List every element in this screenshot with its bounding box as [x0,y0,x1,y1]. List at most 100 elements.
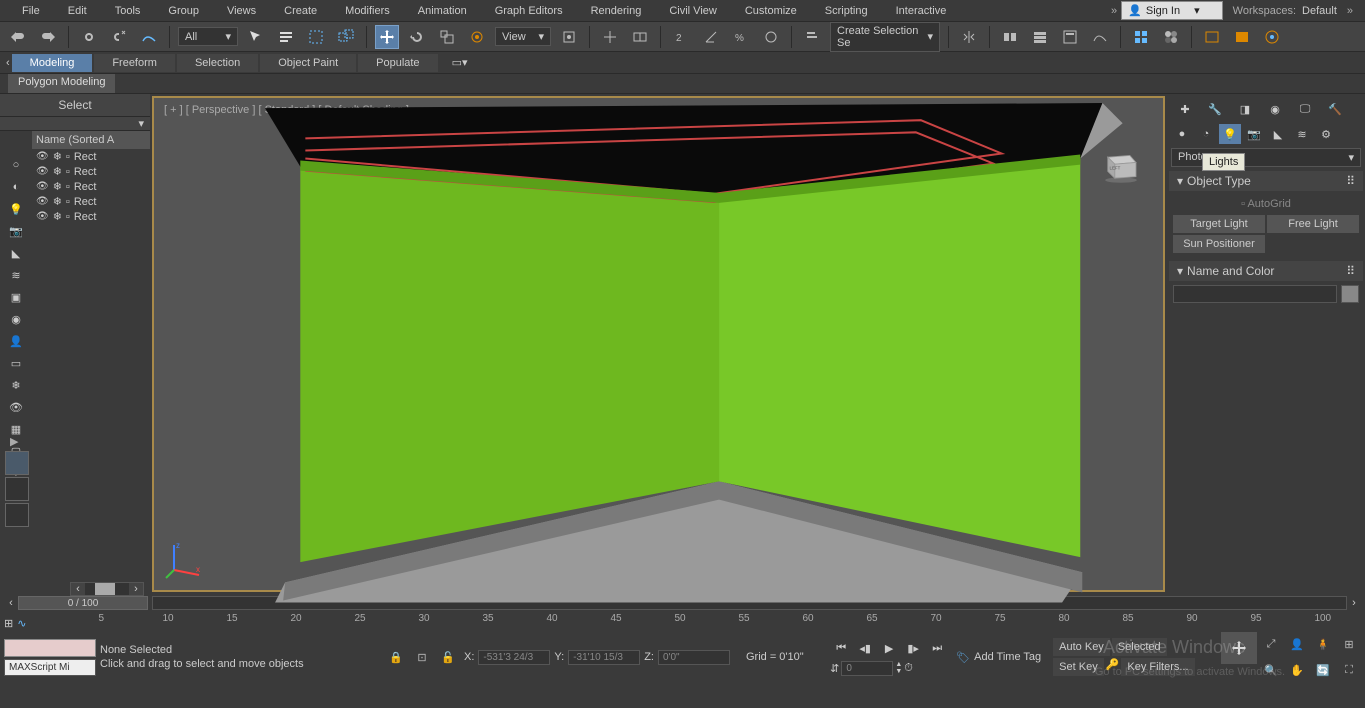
maximize-viewport-button[interactable]: ⛶ [1337,658,1361,682]
tab-scroll-left-icon[interactable]: ‹ [6,57,10,69]
workspaces-dropdown[interactable]: Default [1296,3,1343,19]
sun-positioner-button[interactable]: Sun Positioner [1173,235,1265,253]
ribbon-toggle-icon[interactable]: ▭▾ [452,56,468,69]
motion-tab[interactable]: ◉ [1261,98,1289,120]
menu-create[interactable]: Create [270,2,331,20]
link-button[interactable] [77,25,101,49]
snap-2d-button[interactable]: 2 [669,25,693,49]
freeze-icon[interactable]: ❄ [53,180,62,193]
list-item[interactable]: 👁❄▫Rect [32,164,150,179]
zoom-all-button[interactable]: ⊞ [1337,632,1361,656]
pan-button[interactable] [1221,632,1257,664]
curve-mode-icon[interactable]: ∿ [17,617,26,630]
list-item[interactable]: 👁❄▫Rect [32,209,150,224]
eye-icon[interactable]: 👁 [36,166,49,177]
key-filters-button[interactable]: Key Filters... [1121,658,1194,676]
fov-button[interactable]: 🧍 [1311,632,1335,656]
panel-collapse-icon[interactable]: ▾ [0,117,150,131]
overflow-arrow-icon[interactable]: » [1111,5,1117,17]
target-light-button[interactable]: Target Light [1173,215,1265,233]
bind-button[interactable] [137,25,161,49]
prev-frame-button[interactable]: ◂▮ [854,639,876,659]
viewcube-icon[interactable]: LEFT [1099,148,1143,184]
list-item[interactable]: 👁❄▫Rect [32,179,150,194]
viewport-swatch[interactable] [5,477,29,501]
free-light-button[interactable]: Free Light [1267,215,1359,233]
tab-populate[interactable]: Populate [358,54,437,72]
light-type-dropdown[interactable]: Photo▾ Lights [1171,148,1361,167]
subtab-polygon-modeling[interactable]: Polygon Modeling [8,74,115,93]
maxscript-listener[interactable] [4,659,96,676]
use-pivot-button[interactable] [557,25,581,49]
object-name-input[interactable] [1173,285,1337,303]
ruler-ticks[interactable]: 5101520253035404550556065707580859095100 [34,613,1361,633]
next-frame-button[interactable]: ▮▸ [902,639,924,659]
named-sel-dropdown[interactable]: Create Selection Se▾ [830,22,940,52]
pan-view-button[interactable]: ✋ [1285,658,1309,682]
time-config-button[interactable]: ⏱ [904,662,913,675]
menu-customize[interactable]: Customize [731,2,811,20]
menu-scripting[interactable]: Scripting [811,2,882,20]
list-item[interactable]: 👁❄▫Rect [32,194,150,209]
menu-group[interactable]: Group [154,2,213,20]
helpers-cat-icon[interactable]: ◣ [1267,124,1289,144]
placement-button[interactable] [465,25,489,49]
shapes-cat-icon[interactable]: ◔ [1195,124,1217,144]
schematic-view-button[interactable] [1129,25,1153,49]
lock-icon[interactable]: 🔓 [436,645,460,669]
menu-tools[interactable]: Tools [101,2,155,20]
tab-objectpaint[interactable]: Object Paint [260,54,356,72]
menu-grapheditors[interactable]: Graph Editors [481,2,577,20]
eye-icon[interactable]: 👁 [36,181,49,192]
filter-cameras-icon[interactable]: 📷 [4,221,28,241]
filter-xrefs-icon[interactable]: ◉ [4,309,28,329]
geometry-cat-icon[interactable]: ● [1171,124,1193,144]
menu-rendering[interactable]: Rendering [577,2,656,20]
mirror-button[interactable] [957,25,981,49]
goto-end-button[interactable]: ⏭ [926,639,948,659]
menu-interactive[interactable]: Interactive [882,2,961,20]
filter-space-warps-icon[interactable]: ≋ [4,265,28,285]
hierarchy-tab[interactable]: ◨ [1231,98,1259,120]
rollout-name-color[interactable]: ▾Name and Color⠿ [1169,261,1363,281]
goto-start-button[interactable]: ⏮ [830,639,852,659]
display-tab[interactable]: 🖵 [1291,98,1319,120]
curve-editor-button[interactable] [1088,25,1112,49]
material-editor-button[interactable] [1159,25,1183,49]
menu-modifiers[interactable]: Modifiers [331,2,404,20]
set-key-button[interactable]: Set Key [1053,658,1104,676]
render-frame-button[interactable] [1230,25,1254,49]
snap-angle-button[interactable] [699,25,723,49]
viewport-swatch[interactable] [5,503,29,527]
render-prod-button[interactable] [1260,25,1284,49]
viewport[interactable]: [ + ] [ Perspective ] [ Standard ] [ Def… [152,96,1165,592]
object-color-swatch[interactable] [1341,285,1359,303]
track-mode-icon[interactable]: ⊞ [4,617,13,630]
timeline-right-icon[interactable]: › [1347,597,1361,609]
systems-cat-icon[interactable]: ⚙ [1315,124,1337,144]
key-icon[interactable]: 🔑 [1106,658,1120,676]
y-coord-input[interactable]: -31'10 15/3 [568,650,640,665]
signin-button[interactable]: 👤 Sign In ▾ [1121,1,1222,20]
key-mode-icon[interactable]: ⇵ [830,662,839,675]
filter-helpers-icon[interactable]: ◣ [4,243,28,263]
selected-button[interactable]: Selected [1112,638,1167,656]
menu-file[interactable]: File [8,2,54,20]
select-object-button[interactable] [244,25,268,49]
explorer-column-header[interactable]: Name (Sorted A [32,131,150,149]
timeline-left-icon[interactable]: ‹ [4,597,18,609]
filter-groups-icon[interactable]: ▣ [4,287,28,307]
menu-views[interactable]: Views [213,2,270,20]
explorer-scroller[interactable]: ‹ › [70,582,144,594]
manipulate-button[interactable] [598,25,622,49]
filter-containers-icon[interactable]: ▭ [4,353,28,373]
align-button[interactable] [998,25,1022,49]
selection-filter-dropdown[interactable]: All▾ [178,27,238,46]
tab-selection[interactable]: Selection [177,54,258,72]
lights-cat-icon[interactable]: 💡 [1219,124,1241,144]
unlink-button[interactable] [107,25,131,49]
eye-icon[interactable]: 👁 [36,151,49,162]
selection-lock-icon[interactable]: 🔒 [384,645,408,669]
filter-hidden-icon[interactable]: 👁 [4,397,28,417]
filter-geometry-icon[interactable]: ○ [4,155,28,175]
